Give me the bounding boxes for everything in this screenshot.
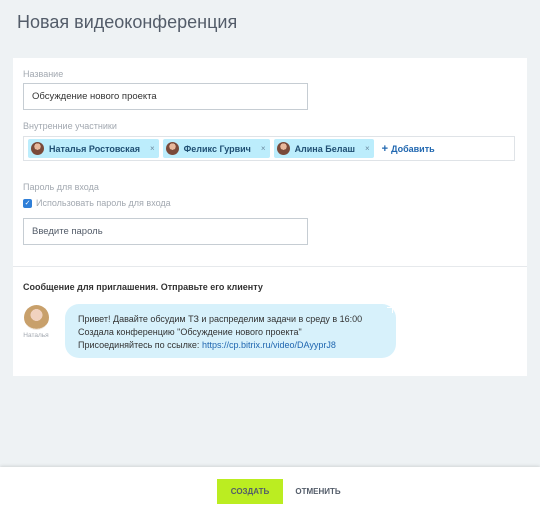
name-input[interactable]: Обсуждение нового проекта <box>23 83 308 110</box>
member-chip[interactable]: Феликс Гурвич × <box>162 139 270 158</box>
member-name: Наталья Ростовская <box>49 143 140 154</box>
add-member-label: Добавить <box>391 143 435 154</box>
remove-icon[interactable]: × <box>150 144 155 153</box>
footer: СОЗДАТЬ ОТМЕНИТЬ <box>0 467 540 510</box>
sender: Наталья <box>23 305 49 339</box>
message-line-3-prefix: Присоединяйтесь по ссылке: <box>78 340 202 350</box>
cancel-button[interactable]: ОТМЕНИТЬ <box>290 479 346 504</box>
members-field[interactable]: Наталья Ростовская × Феликс Гурвич × Али… <box>23 136 515 161</box>
conference-form: Название Обсуждение нового проекта Внутр… <box>13 58 527 266</box>
message-line-3: Присоединяйтесь по ссылке: https://cp.bi… <box>78 339 396 352</box>
add-member-button[interactable]: + Добавить <box>382 143 435 155</box>
plus-icon: + <box>381 142 389 155</box>
member-chip[interactable]: Алина Белаш × <box>273 139 374 158</box>
name-label: Название <box>23 69 64 79</box>
member-chip[interactable]: Наталья Ростовская × <box>28 139 159 158</box>
checkmark-icon[interactable]: ✓ <box>23 198 32 208</box>
use-password-label: Использовать пароль для входа <box>36 198 171 208</box>
message-line-1: Привет! Давайте обсудим ТЗ и распределим… <box>78 314 363 324</box>
message-line-2: Создала конференцию "Обсуждение нового п… <box>78 327 302 337</box>
invite-section: Сообщение для приглашения. Отправьте его… <box>13 266 527 376</box>
page-title: Новая видеоконференция <box>17 12 238 32</box>
member-name: Феликс Гурвич <box>183 143 251 154</box>
create-button[interactable]: СОЗДАТЬ <box>217 479 283 504</box>
password-input[interactable]: Введите пароль <box>23 218 308 245</box>
use-password-checkbox[interactable]: ✓ Использовать пароль для входа <box>23 198 171 208</box>
avatar <box>23 305 49 330</box>
invite-link[interactable]: https://cp.bitrix.ru/video/DAyyprJ8 <box>202 340 336 350</box>
member-name: Алина Белаш <box>294 143 355 154</box>
password-label: Пароль для входа <box>23 182 99 192</box>
copy-corner-icon[interactable] <box>387 307 393 313</box>
avatar <box>31 142 44 155</box>
remove-icon[interactable]: × <box>261 144 266 153</box>
avatar <box>276 142 290 155</box>
remove-icon[interactable]: × <box>365 144 370 153</box>
avatar <box>165 142 179 155</box>
sender-name: Наталья <box>23 332 49 339</box>
members-label: Внутренние участники <box>23 121 117 131</box>
invite-message[interactable]: Привет! Давайте обсудим ТЗ и распределим… <box>65 304 396 358</box>
invite-title: Сообщение для приглашения. Отправьте его… <box>23 282 263 292</box>
